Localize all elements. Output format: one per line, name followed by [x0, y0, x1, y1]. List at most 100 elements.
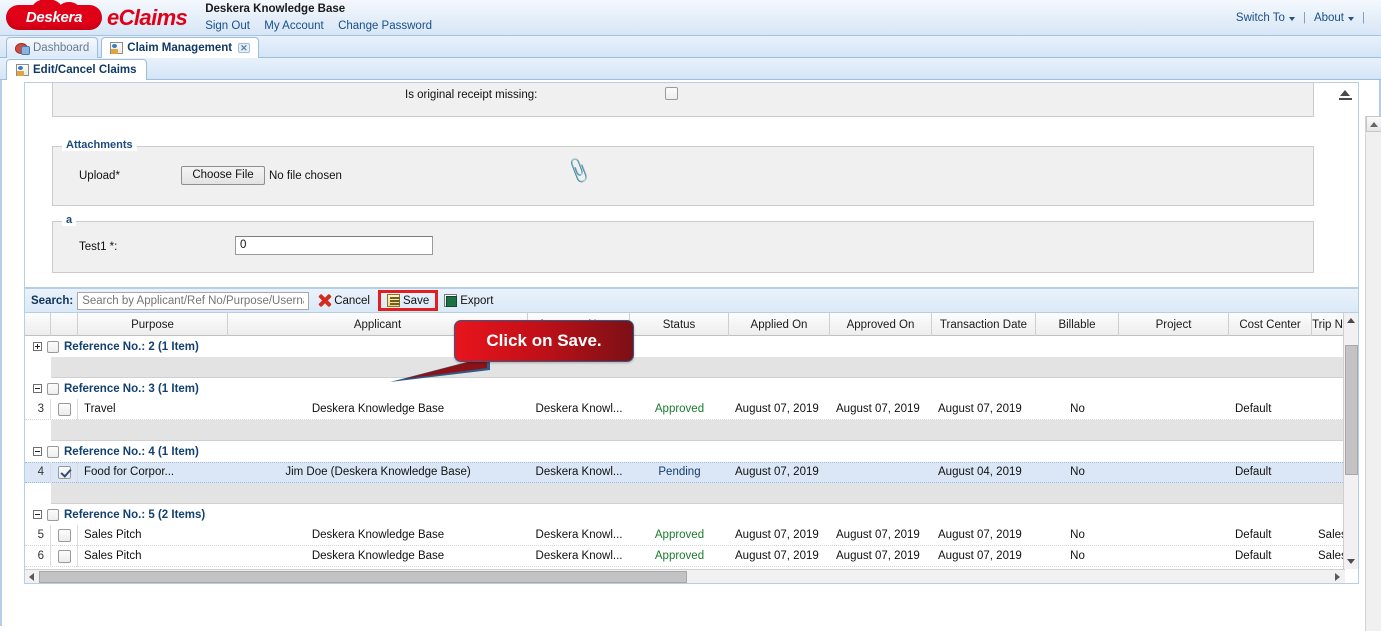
grid-spacer-row: [25, 483, 1345, 504]
table-cell-purpose: Travel: [84, 402, 116, 415]
sub-tabbar: Edit/Cancel Claims: [0, 58, 1381, 80]
table-cell-purpose: Food for Corpor...: [84, 466, 175, 478]
group-expand-icon[interactable]: [33, 342, 42, 351]
paperclip-icon[interactable]: 📎: [564, 158, 593, 186]
save-icon: [387, 294, 400, 307]
search-label: Search:: [31, 294, 74, 307]
grid-scroll-left-arrow[interactable]: [25, 570, 39, 583]
grid-group-row[interactable]: Reference No.: 5 (2 Items): [25, 504, 1345, 525]
grid-column-header-transaction-date[interactable]: Transaction Date: [932, 313, 1036, 336]
save-button[interactable]: Save: [377, 290, 439, 311]
close-icon[interactable]: ✕: [238, 43, 250, 53]
cancel-button[interactable]: Cancel: [313, 293, 375, 308]
change-password-link[interactable]: Change Password: [338, 20, 432, 32]
export-button[interactable]: Export: [439, 293, 498, 308]
table-cell-applied-on: August 07, 2019: [735, 549, 819, 562]
grid-column-header-purpose[interactable]: Purpose: [78, 313, 228, 336]
form-scroll-up-arrow[interactable]: [1339, 89, 1352, 100]
grid-column-header-status[interactable]: Status: [630, 313, 729, 336]
table-row[interactable]: 3 Travel Deskera Knowledge Base Deskera Kno…: [25, 398, 1345, 420]
test1-input[interactable]: 0: [235, 236, 433, 255]
header-links: Sign Out My Account Change Password: [205, 18, 443, 33]
page-vertical-scrollbar[interactable]: [1365, 116, 1381, 631]
group-select-checkbox[interactable]: [47, 382, 59, 395]
row-select-cell[interactable]: [51, 462, 78, 483]
switch-to-label: Switch To: [1235, 11, 1285, 24]
grid-vertical-scroll-thumb[interactable]: [1345, 345, 1358, 475]
row-select-checkbox[interactable]: [57, 402, 71, 416]
export-button-label: Export: [460, 294, 494, 307]
row-select-cell[interactable]: [51, 545, 78, 567]
table-cell-applicant: Deskera Knowledge Base: [311, 402, 445, 415]
grid-horizontal-scrollbar[interactable]: [25, 569, 1345, 583]
row-select-checkbox[interactable]: [57, 528, 71, 542]
row-select-checkbox[interactable]: [57, 466, 71, 479]
table-cell-trip-name: Sales: [1318, 528, 1345, 541]
group-collapse-icon[interactable]: [33, 447, 42, 456]
grid-spacer-row: [25, 420, 1345, 441]
attachments-panel: Attachments Upload* Choose File No file …: [52, 139, 1314, 206]
grid-column-header-project[interactable]: Project: [1119, 313, 1229, 336]
row-select-checkbox[interactable]: [57, 549, 71, 563]
table-cell-billable: No: [1070, 402, 1085, 415]
group-select-checkbox[interactable]: [47, 445, 59, 458]
table-cell-transaction-date: August 04, 2019: [938, 466, 1022, 478]
grid-column-header-billable[interactable]: Billable: [1036, 313, 1119, 336]
table-cell-cost-center: Default: [1235, 466, 1272, 478]
test1-label: Test1 *:: [79, 241, 118, 253]
group-collapse-icon[interactable]: [33, 384, 42, 393]
tab-claim-management[interactable]: Claim Management ✕: [101, 37, 259, 58]
table-cell-transaction-date: August 07, 2019: [938, 528, 1022, 541]
grid-horizontal-scroll-thumb[interactable]: [39, 570, 687, 583]
table-cell-project: [1119, 525, 1229, 546]
grid-group-row[interactable]: Reference No.: 2 (1 Item): [25, 336, 1345, 357]
table-cell-transaction-date: August 07, 2019: [938, 549, 1022, 562]
row-number-cell: 3: [25, 398, 51, 420]
grid-column-header-blank[interactable]: [25, 313, 51, 336]
table-cell-billable: No: [1070, 466, 1085, 478]
cancel-button-label: Cancel: [334, 294, 370, 307]
section-a-legend: a: [62, 214, 77, 226]
grid-column-header-approved-on[interactable]: Approved On: [830, 313, 932, 336]
callout-click-on-save: Click on Save.: [454, 320, 634, 362]
grid-scroll-right-arrow[interactable]: [1331, 570, 1345, 583]
table-row[interactable]: 5 Sales Pitch Deskera Knowledge Base Desker…: [25, 524, 1345, 546]
switch-to-menu[interactable]: Switch To: [1236, 12, 1295, 24]
grid-spacer-fill: [51, 420, 1345, 441]
group-select-checkbox[interactable]: [47, 508, 59, 521]
grid-scroll-down-arrow[interactable]: [1344, 554, 1358, 569]
tab-edit-cancel-claims[interactable]: Edit/Cancel Claims: [6, 59, 147, 80]
table-cell-purpose: Sales Pitch: [84, 528, 142, 541]
table-row[interactable]: 6 Sales Pitch Deskera Knowledge Base Desker…: [25, 545, 1345, 567]
receipt-missing-checkbox[interactable]: [665, 87, 678, 100]
row-select-cell[interactable]: [51, 398, 78, 420]
table-cell-applicant: Deskera Knowledge Base: [311, 549, 445, 562]
table-cell-cost-center: Default: [1235, 528, 1272, 541]
about-menu[interactable]: About: [1314, 12, 1354, 24]
group-label: Reference No.: 2 (1 Item): [64, 340, 199, 353]
grid-vertical-scrollbar[interactable]: [1343, 313, 1358, 569]
grid-group-row[interactable]: Reference No.: 3 (1 Item): [25, 378, 1345, 399]
deskera-cloud-logo-icon: Deskera: [6, 0, 102, 30]
table-cell-applied-on: August 07, 2019: [735, 528, 819, 541]
sign-out-link[interactable]: Sign Out: [205, 20, 250, 32]
group-collapse-icon[interactable]: [33, 510, 42, 519]
row-select-cell[interactable]: [51, 524, 78, 546]
grid-column-header-applied-on[interactable]: Applied On: [729, 313, 830, 336]
main-tabbar: Dashboard Claim Management ✕: [0, 36, 1381, 58]
choose-file-button[interactable]: Choose File: [181, 166, 265, 185]
table-cell-status: Approved: [654, 549, 705, 562]
table-cell-trip-name: [1312, 462, 1345, 483]
grid-column-header-cost-center[interactable]: Cost Center: [1229, 313, 1312, 336]
page-scroll-up-arrow[interactable]: [1366, 116, 1381, 132]
search-input[interactable]: [77, 291, 310, 310]
my-account-link[interactable]: My Account: [264, 20, 323, 32]
table-cell-status: Pending: [658, 466, 701, 478]
table-row[interactable]: 4 Food for Corpor... Jim Doe (Deskera Know…: [25, 462, 1345, 483]
grid-column-header-blank[interactable]: [51, 313, 78, 336]
grid-scroll-up-arrow[interactable]: [1344, 313, 1358, 328]
tab-dashboard[interactable]: Dashboard: [6, 37, 99, 58]
grid-group-row[interactable]: Reference No.: 4 (1 Item): [25, 441, 1345, 462]
group-select-checkbox[interactable]: [47, 340, 59, 353]
file-status-text: No file chosen: [269, 170, 342, 182]
